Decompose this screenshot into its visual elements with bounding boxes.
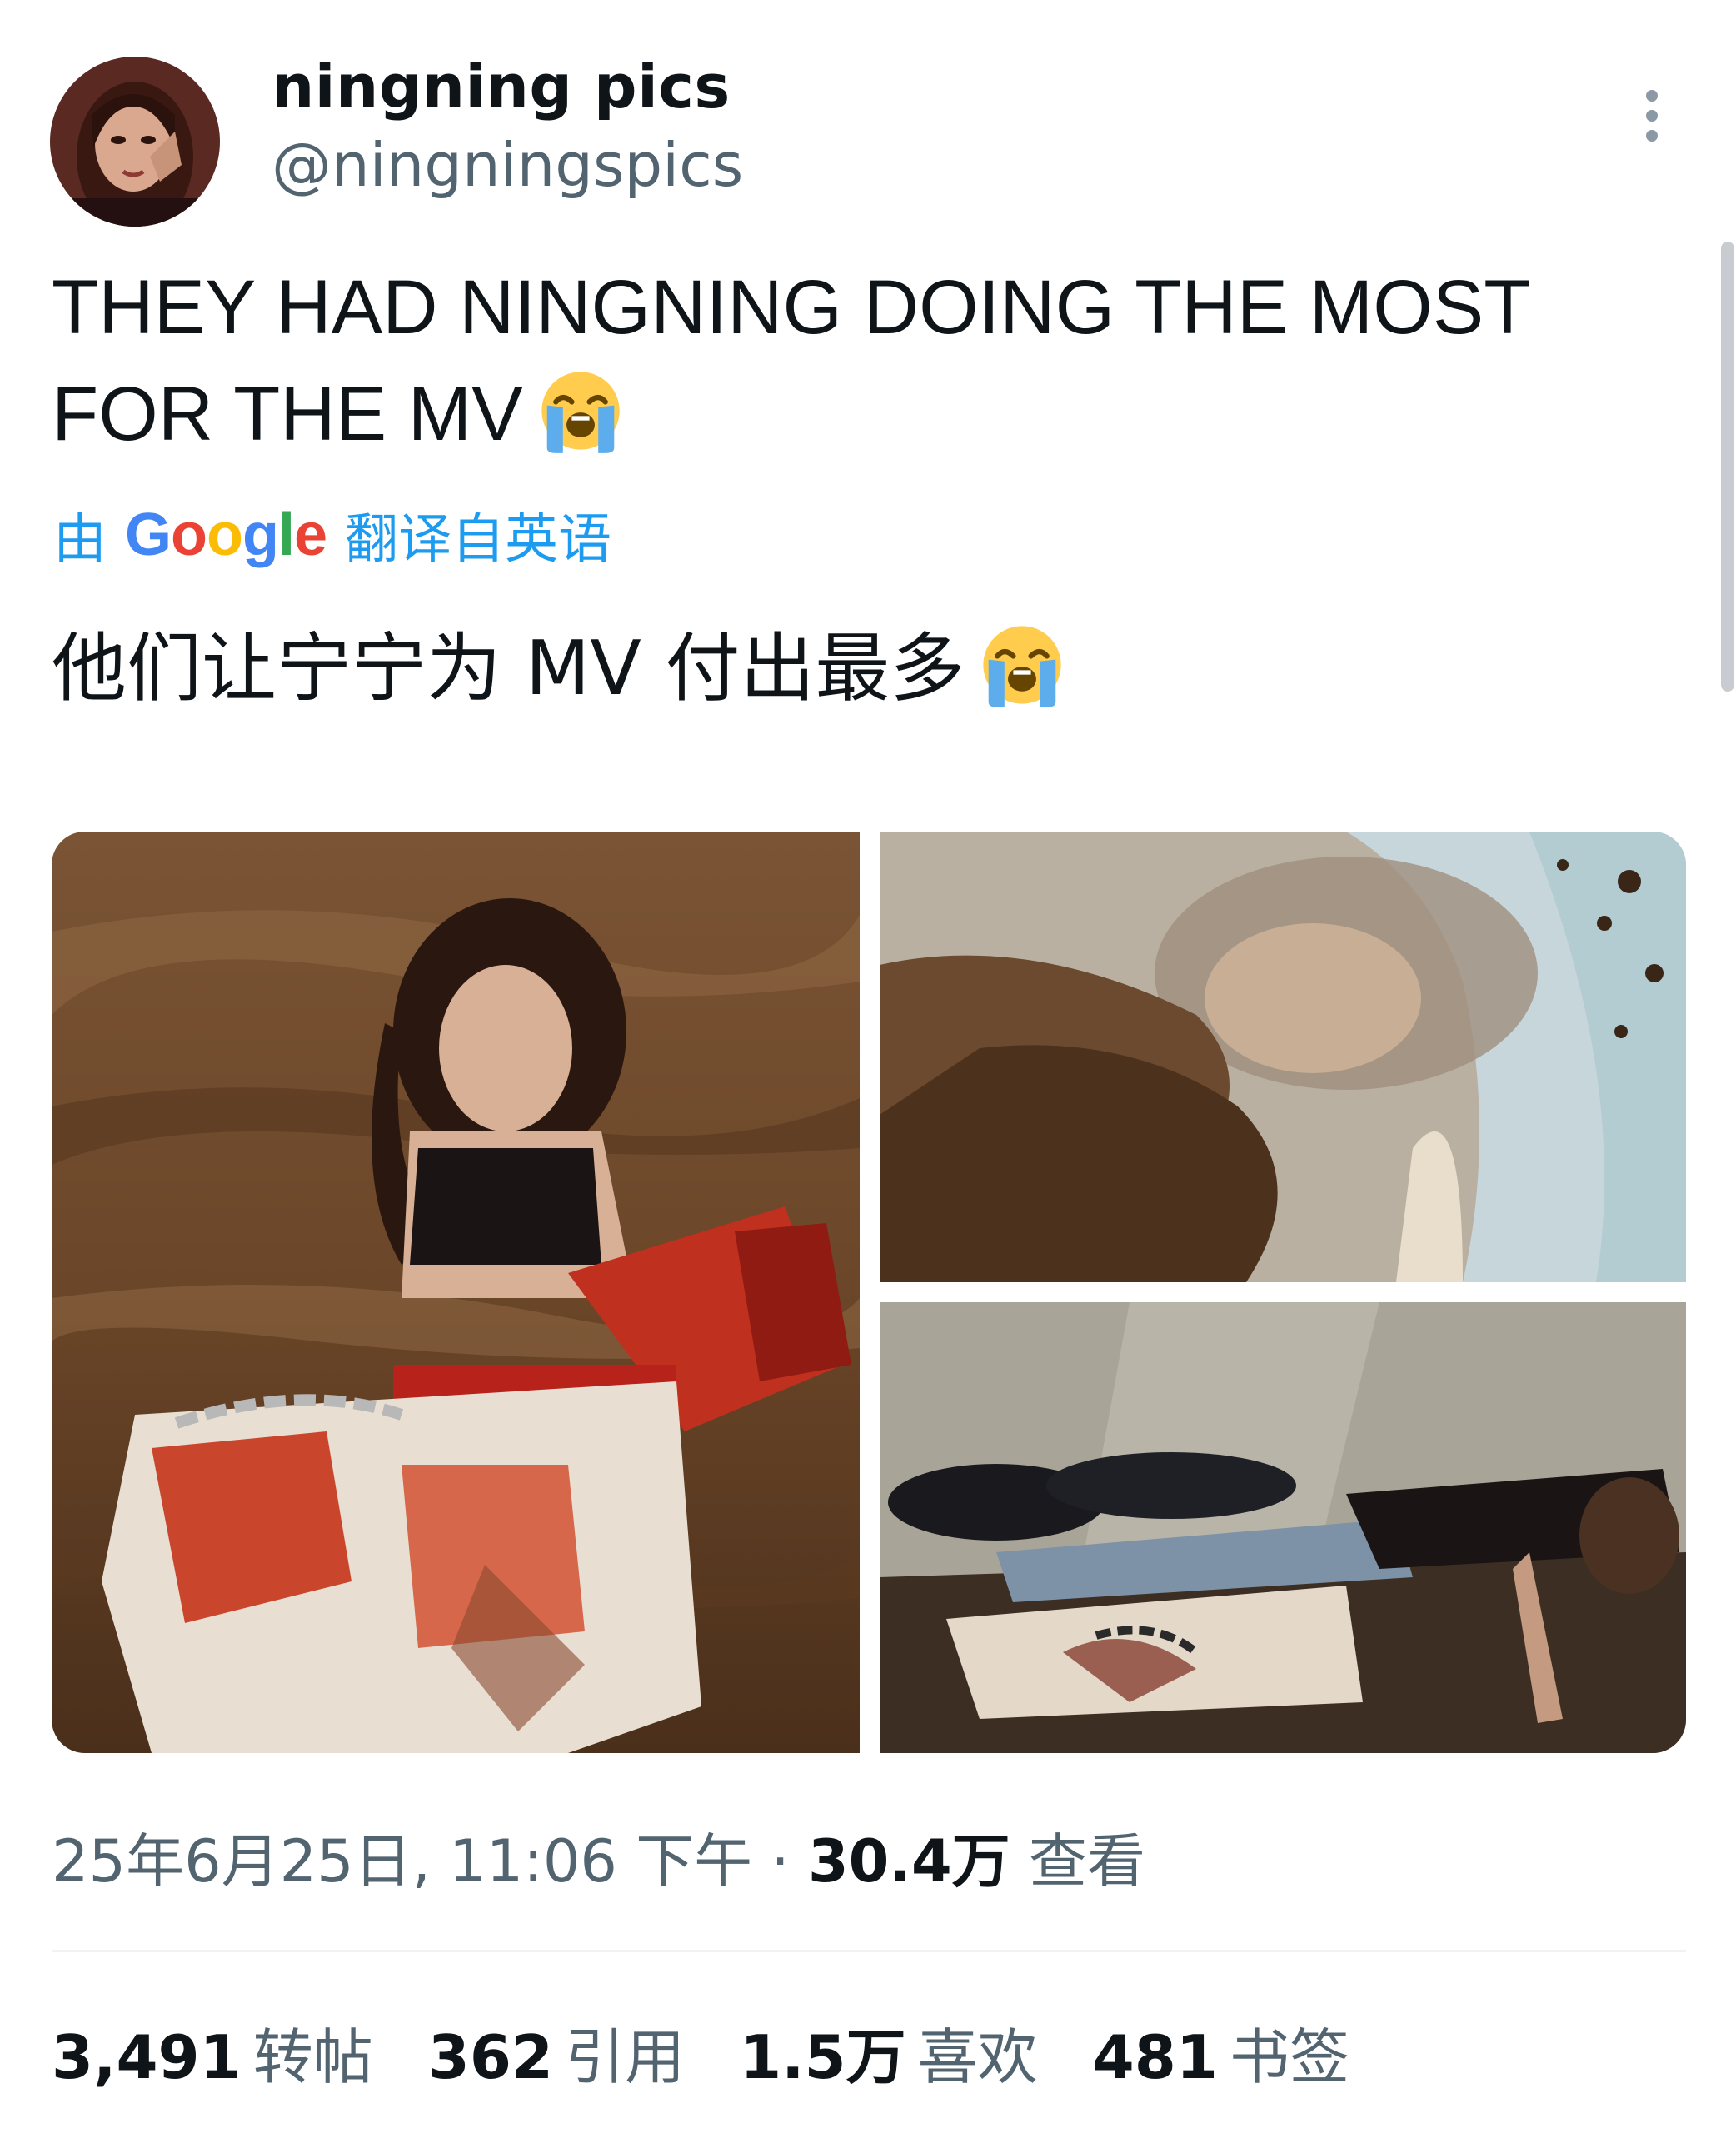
translation-prefix: 由	[53, 509, 107, 571]
media-photo-1[interactable]	[52, 832, 860, 1753]
engagement-stats: 3,491 转帖 362 引用 1.5万 喜欢 481 书签	[52, 2008, 1349, 2096]
user-handle[interactable]: @ningningspics	[272, 130, 743, 200]
views-label: 查看	[1028, 1827, 1145, 1896]
translated-text: 他们让宁宁为 MV 付出最多	[52, 615, 1066, 723]
tweet-text-line: FOR THE MV	[52, 361, 1634, 467]
retweets-label: 转帖	[252, 2022, 373, 2092]
timestamp[interactable]: 25年6月25日, 11:06 下午	[52, 1827, 752, 1896]
tweet-text: THEY HAD NINGNING DOING THE MOST FOR THE…	[52, 254, 1634, 467]
likes-label: 喜欢	[917, 2022, 1038, 2092]
crying-face-emoji-icon	[978, 621, 1066, 709]
retweets-stat[interactable]: 3,491 转帖	[52, 2008, 373, 2096]
crying-face-emoji-icon	[536, 367, 625, 455]
divider	[52, 1950, 1686, 1952]
avatar[interactable]	[50, 57, 220, 227]
likes-stat[interactable]: 1.5万 喜欢	[740, 2008, 1038, 2096]
tweet-timestamp-line: 25年6月25日, 11:06 下午 · 30.4万 查看	[52, 1815, 1145, 1899]
photo-mud-kneeling-icon	[52, 832, 860, 1753]
quotes-count: 362	[427, 2022, 554, 2092]
media-grid	[52, 832, 1686, 1753]
avatar-image	[50, 57, 220, 227]
scrollbar-thumb[interactable]	[1721, 242, 1734, 692]
media-photo-2[interactable]	[880, 832, 1686, 1282]
bookmarks-count: 481	[1092, 2022, 1218, 2092]
tweet-text-segment: FOR THE MV	[52, 372, 523, 457]
likes-count: 1.5万	[740, 2022, 906, 2092]
more-options-icon[interactable]	[1631, 87, 1674, 145]
display-name[interactable]: ningning pics	[272, 52, 731, 122]
photo-closeup-dirt-icon	[880, 832, 1686, 1282]
media-photo-3[interactable]	[880, 1302, 1686, 1753]
bookmarks-stat[interactable]: 481 书签	[1093, 2008, 1349, 2096]
translation-suffix: 翻译自英语	[345, 509, 612, 571]
views-count: 30.4万	[807, 1827, 1010, 1896]
photo-lying-ground-icon	[880, 1302, 1686, 1753]
quotes-label: 引用	[565, 2022, 686, 2092]
translation-label[interactable]: 由 Google 翻译自英语	[53, 497, 611, 573]
google-logo: Google	[125, 502, 327, 568]
bookmarks-label: 书签	[1229, 2022, 1349, 2092]
separator-dot: ·	[771, 1827, 790, 1896]
tweet-text-line: THEY HAD NINGNING DOING THE MOST	[52, 265, 1531, 350]
quotes-stat[interactable]: 362 引用	[428, 2008, 685, 2096]
translated-text-segment: 他们让宁宁为 MV 付出最多	[52, 625, 965, 712]
retweets-count: 3,491	[52, 2022, 242, 2092]
